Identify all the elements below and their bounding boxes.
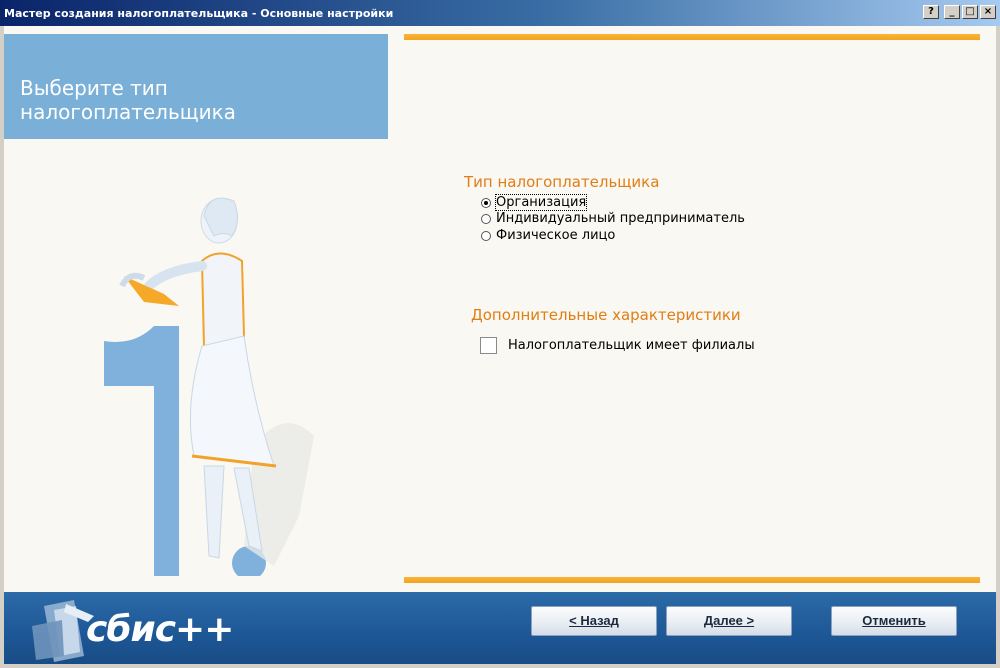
cancel-button[interactable]: Отменить — [831, 606, 957, 636]
taxpayer-type-title: Тип налогоплательщика — [464, 173, 660, 191]
has-branches-label[interactable]: Налогоплательщик имеет филиалы — [508, 338, 755, 353]
has-branches-checkbox[interactable] — [480, 337, 497, 354]
header-panel: Выберите тип налогоплательщика — [4, 34, 388, 139]
wizard-footer: сбис++ < Назад Далее > Отменить — [4, 592, 996, 664]
help-button[interactable]: ? — [923, 5, 939, 19]
bottom-divider — [404, 577, 980, 583]
minimize-button[interactable]: _ — [944, 5, 960, 19]
radio-individual-label[interactable]: Физическое лицо — [496, 228, 615, 243]
radio-organization-label[interactable]: Организация — [494, 194, 588, 211]
radio-individual-entrepreneur[interactable]: Индивидуальный предприниматель — [481, 211, 745, 226]
radio-individual-entrepreneur-label[interactable]: Индивидуальный предприниматель — [496, 211, 745, 226]
window-frame-right — [996, 26, 1000, 668]
logo-text: сбис++ — [86, 609, 234, 650]
radio-organization[interactable]: Организация — [481, 194, 588, 211]
woman-illustration — [104, 197, 314, 576]
maximize-button[interactable]: □ — [962, 5, 978, 19]
wizard-client-area: Выберите тип налогоплательщика Тип налог… — [4, 26, 996, 664]
top-divider — [404, 34, 980, 40]
radio-individual[interactable]: Физическое лицо — [481, 228, 615, 243]
window-frame-bottom — [0, 664, 1000, 668]
radio-individual-button[interactable] — [481, 230, 491, 241]
radio-organization-button[interactable] — [481, 197, 491, 208]
next-button[interactable]: Далее > — [666, 606, 792, 636]
title-bar: Мастер создания налогоплательщика - Осно… — [0, 0, 1000, 26]
number-one-shape — [104, 326, 179, 576]
additional-title: Дополнительные характеристики — [471, 306, 741, 324]
has-branches-option[interactable]: Налогоплательщик имеет филиалы — [480, 337, 755, 354]
close-button[interactable]: × — [980, 5, 996, 19]
radio-individual-entrepreneur-button[interactable] — [481, 213, 491, 224]
page-title: Выберите тип налогоплательщика — [20, 76, 236, 124]
back-button[interactable]: < Назад — [531, 606, 657, 636]
window-title: Мастер создания налогоплательщика - Осно… — [4, 7, 394, 20]
